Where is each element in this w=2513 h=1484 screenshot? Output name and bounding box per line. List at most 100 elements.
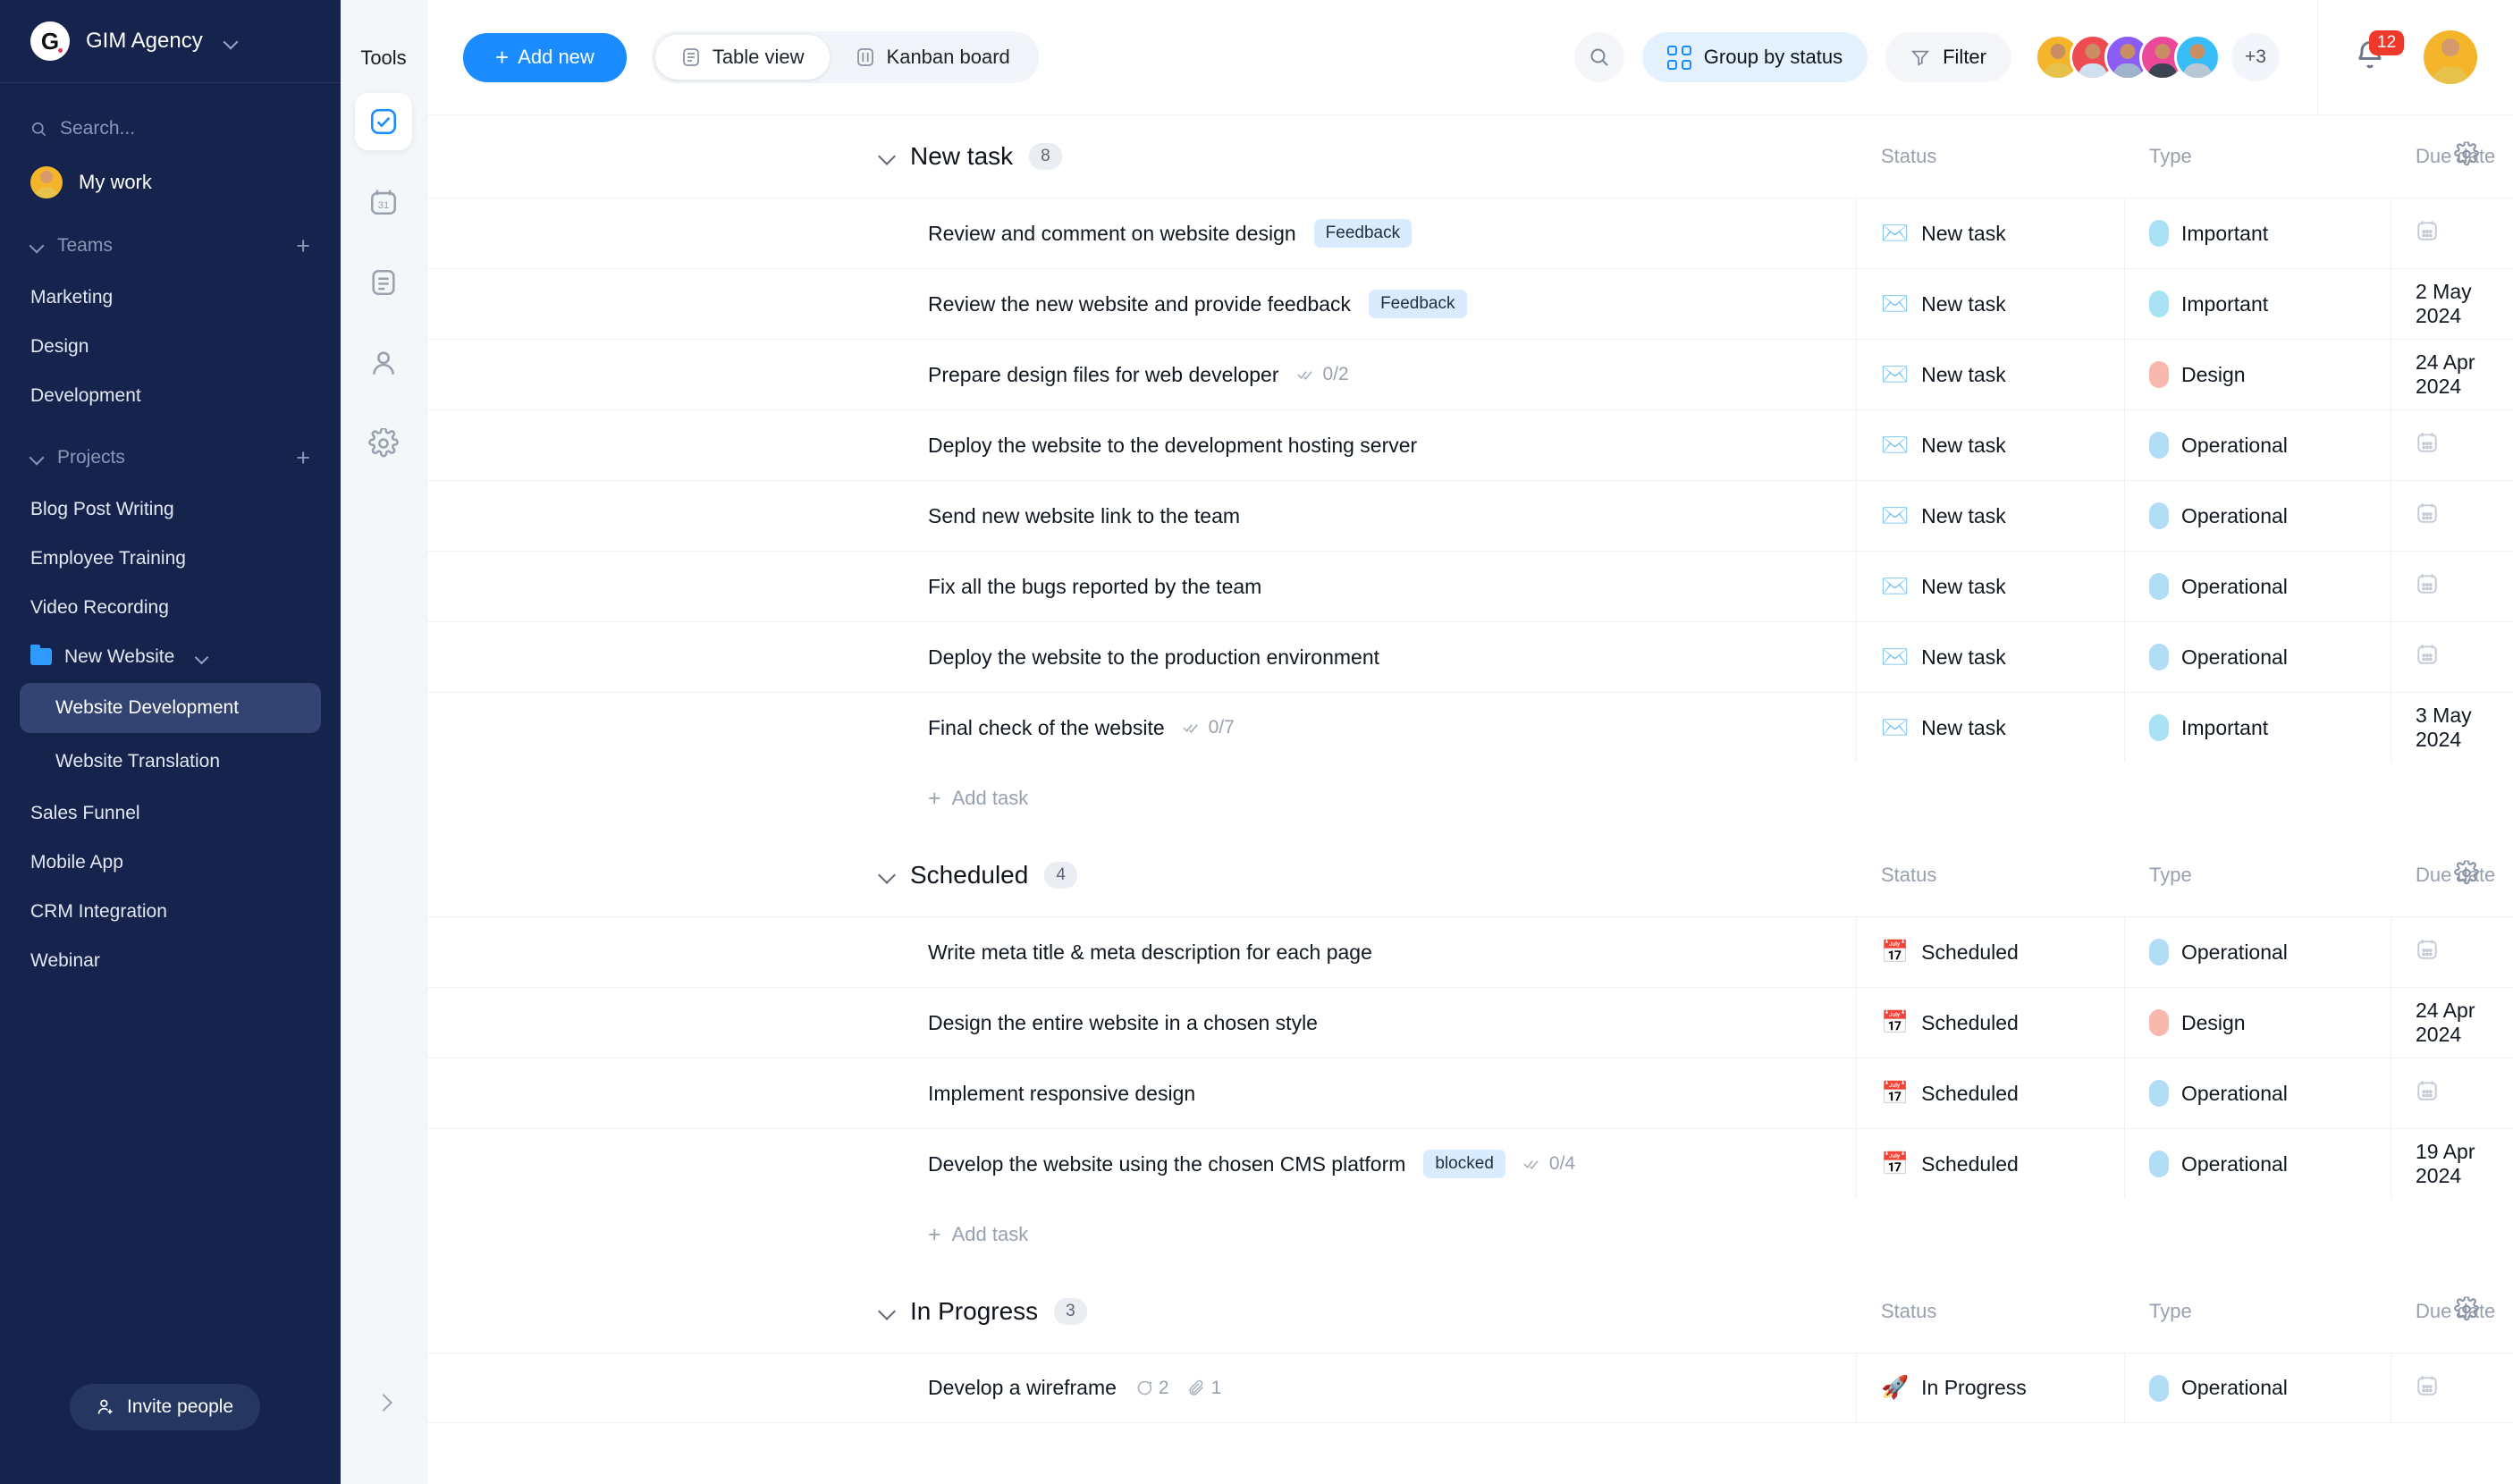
group-header[interactable]: In Progress 3 Status Type Due date Respo…: [427, 1270, 2513, 1353]
table-row[interactable]: Review the new website and provide feedb…: [427, 268, 2513, 339]
type-cell[interactable]: Design: [2149, 1009, 2246, 1036]
calendar-placeholder-icon[interactable]: [2416, 937, 2439, 967]
due-date-cell[interactable]: [2416, 1078, 2439, 1109]
table-row[interactable]: Final check of the website 0/7 ✉️ New tas…: [427, 692, 2513, 763]
chevron-down-icon[interactable]: [879, 148, 897, 165]
type-cell[interactable]: Operational: [2149, 644, 2288, 670]
add-new-button[interactable]: + Add new: [463, 32, 627, 82]
avatar[interactable]: [2174, 34, 2221, 80]
sidebar-item-design[interactable]: Design: [0, 322, 341, 371]
calendar-placeholder-icon[interactable]: [2416, 1373, 2439, 1404]
sidebar-section-teams[interactable]: Teams +: [0, 219, 341, 273]
calendar-placeholder-icon[interactable]: [2416, 430, 2439, 460]
type-cell[interactable]: Operational: [2149, 1080, 2288, 1107]
type-cell[interactable]: Important: [2149, 291, 2268, 317]
tool-settings[interactable]: [355, 415, 412, 472]
sidebar-item-employee-training[interactable]: Employee Training: [0, 534, 341, 583]
status-cell[interactable]: ✉️ New task: [1881, 504, 2006, 528]
sidebar-item-video-recording[interactable]: Video Recording: [0, 583, 341, 632]
notifications-button[interactable]: 12: [2354, 30, 2405, 77]
chevron-down-icon[interactable]: [879, 1303, 897, 1320]
status-cell[interactable]: ✉️ New task: [1881, 645, 2006, 670]
due-date-cell[interactable]: [2416, 430, 2439, 460]
task-name-cell[interactable]: Send new website link to the team: [928, 504, 1240, 528]
tool-documents[interactable]: [355, 254, 412, 311]
add-project-button[interactable]: +: [296, 445, 310, 470]
status-cell[interactable]: ✉️ New task: [1881, 575, 2006, 599]
status-cell[interactable]: ✉️ New task: [1881, 363, 2006, 387]
calendar-placeholder-icon[interactable]: [2416, 218, 2439, 249]
due-date-cell[interactable]: 24 Apr 2024: [2416, 350, 2513, 399]
task-name-cell[interactable]: Write meta title & meta description for …: [928, 940, 1372, 965]
status-cell[interactable]: ✉️ New task: [1881, 222, 2006, 246]
current-user-avatar[interactable]: [2424, 30, 2477, 84]
sidebar-item-marketing[interactable]: Marketing: [0, 273, 341, 322]
calendar-placeholder-icon[interactable]: [2416, 1078, 2439, 1109]
task-name-cell[interactable]: Develop the website using the chosen CMS…: [928, 1150, 1575, 1178]
table-row[interactable]: Develop the website using the chosen CMS…: [427, 1128, 2513, 1199]
type-cell[interactable]: Important: [2149, 220, 2268, 247]
table-row[interactable]: Implement responsive design 📅 Scheduled …: [427, 1058, 2513, 1128]
overflow-members-badge[interactable]: +3: [2231, 33, 2280, 81]
filter-button[interactable]: Filter: [1885, 32, 2011, 82]
add-task-button[interactable]: + Add task: [427, 1199, 2513, 1270]
status-cell[interactable]: ✉️ New task: [1881, 716, 2006, 740]
task-name-cell[interactable]: Review and comment on website design Feed…: [928, 219, 1413, 248]
task-name-cell[interactable]: Deploy the website to the development ho…: [928, 434, 1417, 458]
column-settings-button[interactable]: [2454, 859, 2479, 890]
task-name-cell[interactable]: Final check of the website 0/7: [928, 716, 1235, 740]
status-cell[interactable]: ✉️ New task: [1881, 434, 2006, 458]
task-name-cell[interactable]: Design the entire website in a chosen st…: [928, 1011, 1318, 1035]
tool-tasks[interactable]: [355, 93, 412, 150]
task-tag[interactable]: blocked: [1423, 1150, 1505, 1178]
due-date-cell[interactable]: [2416, 1373, 2439, 1404]
column-settings-button[interactable]: [2454, 140, 2479, 172]
task-name-cell[interactable]: Fix all the bugs reported by the team: [928, 575, 1261, 599]
due-date-cell[interactable]: [2416, 642, 2439, 672]
due-date-cell[interactable]: 3 May 2024: [2416, 704, 2513, 752]
sidebar-item-my-work[interactable]: My work: [0, 156, 341, 208]
sidebar-item-development[interactable]: Development: [0, 371, 341, 420]
group-header[interactable]: Scheduled 4 Status Type Due date Respons…: [427, 834, 2513, 916]
sidebar-item-crm-integration[interactable]: CRM Integration: [0, 887, 341, 936]
table-row[interactable]: Write meta title & meta description for …: [427, 916, 2513, 987]
tab-kanban-board[interactable]: Kanban board: [830, 35, 1035, 80]
task-board[interactable]: New task 8 Status Type Due date Responsi…: [427, 115, 2513, 1484]
status-cell[interactable]: 📅 Scheduled: [1881, 1152, 2019, 1176]
type-cell[interactable]: Design: [2149, 361, 2246, 388]
task-tag[interactable]: Feedback: [1369, 290, 1467, 318]
table-row[interactable]: Develop a wireframe 2 1 🚀 In Progress Oper…: [427, 1353, 2513, 1423]
chevron-down-icon[interactable]: [879, 866, 897, 884]
sidebar-item-mobile-app[interactable]: Mobile App: [0, 838, 341, 887]
due-date-cell[interactable]: 24 Apr 2024: [2416, 999, 2513, 1047]
calendar-placeholder-icon[interactable]: [2416, 642, 2439, 672]
member-avatars[interactable]: +3: [2035, 33, 2280, 81]
add-task-button[interactable]: + Add task: [427, 763, 2513, 834]
task-name-cell[interactable]: Develop a wireframe 2 1: [928, 1376, 1221, 1400]
status-cell[interactable]: 📅 Scheduled: [1881, 1011, 2019, 1035]
sidebar-item-website-translation[interactable]: Website Translation: [20, 737, 321, 787]
status-cell[interactable]: ✉️ New task: [1881, 292, 2006, 316]
due-date-cell[interactable]: [2416, 218, 2439, 249]
type-cell[interactable]: Operational: [2149, 1374, 2288, 1402]
status-cell[interactable]: 🚀 In Progress: [1881, 1376, 2027, 1400]
search-button[interactable]: [1573, 32, 1624, 82]
add-team-button[interactable]: +: [296, 233, 310, 258]
sidebar-item-sales-funnel[interactable]: Sales Funnel: [0, 788, 341, 838]
due-date-cell[interactable]: [2416, 501, 2439, 531]
table-row[interactable]: Send new website link to the team ✉️ New…: [427, 480, 2513, 551]
type-cell[interactable]: Operational: [2149, 939, 2288, 965]
table-row[interactable]: Design the entire website in a chosen st…: [427, 987, 2513, 1058]
sidebar-item-blog-post-writing[interactable]: Blog Post Writing: [0, 485, 341, 534]
due-date-cell[interactable]: 2 May 2024: [2416, 280, 2513, 328]
tool-people[interactable]: [355, 334, 412, 392]
due-date-cell[interactable]: 19 Apr 2024: [2416, 1140, 2513, 1188]
type-cell[interactable]: Operational: [2149, 573, 2288, 600]
tool-calendar[interactable]: 31: [355, 173, 412, 231]
search-input[interactable]: Search...: [0, 101, 341, 156]
due-date-cell[interactable]: [2416, 937, 2439, 967]
type-cell[interactable]: Operational: [2149, 1151, 2288, 1177]
group-header[interactable]: New task 8 Status Type Due date Responsi…: [427, 115, 2513, 198]
status-cell[interactable]: 📅 Scheduled: [1881, 1082, 2019, 1106]
column-settings-button[interactable]: [2454, 1295, 2479, 1327]
